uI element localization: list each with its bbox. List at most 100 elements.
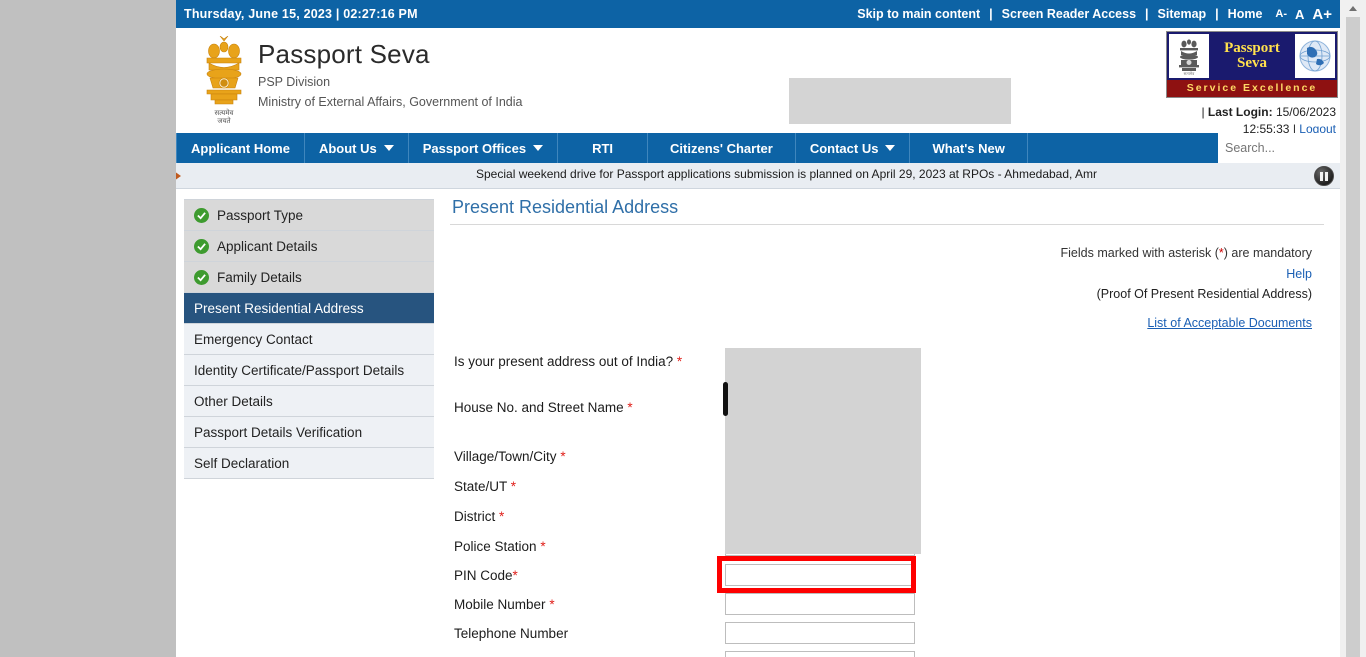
nav-item-whats-new[interactable]: What's New (910, 133, 1028, 163)
telephone-number-input[interactable] (725, 621, 915, 644)
sidebar-item-label: Present Residential Address (194, 300, 364, 316)
page-title: Present Residential Address (450, 189, 1324, 225)
sidebar-item-label: Passport Details Verification (194, 424, 363, 440)
badge-top-row: सत्यमेव Passport Seva (1167, 32, 1337, 80)
nav-item-contact-us[interactable]: Contact Us (796, 133, 911, 163)
main-navigation: Applicant Home About Us Passport Offices… (176, 133, 1340, 163)
mobile-number-input[interactable] (725, 592, 915, 615)
passport-seva-badge: सत्यमेव Passport Seva Service Excellence (1166, 31, 1338, 98)
sidebar-item-label: Self Declaration (194, 455, 290, 471)
ticker-arrow-icon (176, 167, 181, 185)
email-id-input[interactable] (725, 650, 915, 657)
nav-label: RTI (592, 140, 614, 156)
ticker-pause-button[interactable] (1314, 166, 1334, 186)
nav-item-applicant-home[interactable]: Applicant Home (176, 133, 305, 163)
nav-label: Passport Offices (422, 140, 527, 156)
help-label: Help (1286, 266, 1312, 281)
last-login-date: 15/06/2023 (1275, 105, 1336, 119)
list-of-acceptable-documents-link[interactable]: List of Acceptable Documents (1147, 313, 1312, 334)
sidebar-item-passport-type[interactable]: Passport Type (184, 200, 434, 231)
header-placeholder-block (789, 78, 1011, 124)
label-house-street: House No. and Street Name * (454, 400, 633, 415)
form-steps-list: Passport Type Applicant Details Family D… (184, 199, 434, 479)
required-asterisk: * (510, 478, 517, 494)
sidebar-item-other-details[interactable]: Other Details (184, 386, 434, 417)
form-panel: Present Residential Address Fields marke… (442, 189, 1340, 657)
label-text: Police Station (454, 538, 537, 554)
label-text: Mobile Number (454, 596, 546, 612)
nav-item-citizens-charter[interactable]: Citizens' Charter (648, 133, 796, 163)
check-circle-icon (194, 207, 209, 223)
nav-item-about-us[interactable]: About Us (305, 133, 409, 163)
sidebar-item-family-details[interactable]: Family Details (184, 262, 434, 293)
scrollbar-track[interactable] (1346, 17, 1360, 657)
required-asterisk: * (540, 538, 546, 554)
nav-item-rti[interactable]: RTI (558, 133, 649, 163)
chevron-down-icon (533, 145, 544, 151)
label-out-of-india: Is your present address out of India? * (454, 354, 682, 369)
search-box (1218, 133, 1340, 163)
required-asterisk: * (627, 399, 633, 415)
sidebar-item-applicant-details[interactable]: Applicant Details (184, 231, 434, 262)
label-text: State/UT (454, 478, 508, 494)
form-notes: Fields marked with asterisk (*) are mand… (450, 243, 1324, 334)
label-text: House No. and Street Name (454, 399, 624, 415)
label-pin-code: PIN Code* (454, 568, 518, 583)
sidebar-item-emergency-contact[interactable]: Emergency Contact (184, 324, 434, 355)
sitemap-link[interactable]: Sitemap (1149, 7, 1216, 21)
last-login-label: Last Login: (1207, 105, 1273, 119)
help-link[interactable]: Help (450, 264, 1312, 285)
nav-label: About Us (318, 140, 377, 156)
sidebar-item-label: Passport Type (217, 207, 304, 223)
search-input[interactable] (1219, 134, 1340, 162)
label-text: Village/Town/City (454, 448, 557, 464)
chevron-down-icon (885, 145, 896, 151)
svg-text:जयते: जयते (217, 116, 231, 125)
sidebar-item-present-residential-address[interactable]: Present Residential Address (184, 293, 434, 324)
nav-label: Contact Us (809, 140, 879, 156)
required-asterisk: * (512, 567, 518, 583)
label-text: District (454, 508, 496, 524)
proof-note: (Proof Of Present Residential Address) (1096, 287, 1312, 302)
announcement-ticker: Special weekend drive for Passport appli… (176, 163, 1340, 189)
pin-code-input[interactable] (725, 563, 915, 586)
sidebar-item-passport-details-verification[interactable]: Passport Details Verification (184, 417, 434, 448)
badge-word-passport: Passport (1224, 40, 1280, 56)
label-district: District * (454, 509, 504, 524)
home-link[interactable]: Home (1219, 7, 1272, 21)
sidebar-item-label: Family Details (217, 269, 302, 285)
loading-overlay-mask (725, 347, 921, 554)
label-text: PIN Code (454, 567, 513, 583)
text-cursor-artifact (723, 381, 728, 416)
mandatory-note-prefix: Fields marked with asterisk ( (1060, 246, 1219, 260)
scroll-up-button[interactable] (1346, 0, 1360, 17)
ticker-message: Special weekend drive for Passport appli… (476, 167, 1098, 181)
last-login-pipe: | (1201, 105, 1205, 119)
globe-icon (1295, 34, 1335, 78)
label-mobile-number: Mobile Number * (454, 597, 555, 612)
sidebar-item-label: Other Details (194, 393, 273, 409)
nav-item-passport-offices[interactable]: Passport Offices (409, 133, 559, 163)
sidebar-item-self-declaration[interactable]: Self Declaration (184, 448, 434, 479)
required-asterisk: * (560, 448, 566, 464)
label-text: Is your present address out of India? (454, 353, 674, 369)
site-subtitle-division: PSP Division (258, 74, 331, 89)
font-increase-button[interactable]: A+ (1308, 6, 1336, 23)
utility-topbar: Thursday, June 15, 2023 | 02:27:16 PM Sk… (176, 0, 1340, 28)
skip-to-main-content-link[interactable]: Skip to main content (848, 7, 989, 21)
nav-label: Citizens' Charter (670, 140, 773, 156)
screen-root: Thursday, June 15, 2023 | 02:27:16 PM Sk… (0, 0, 1366, 657)
font-decrease-button[interactable]: A- (1271, 8, 1291, 20)
site-header: सत्यमेव जयते Passport Seva PSP Division … (176, 28, 1340, 136)
sidebar-item-label: Emergency Contact (194, 331, 313, 347)
pause-bar-right (1325, 171, 1328, 181)
required-asterisk: * (676, 353, 683, 369)
mandatory-note-suffix: ) are mandatory (1223, 246, 1312, 260)
scrollbar-region (1340, 0, 1366, 657)
font-normal-button[interactable]: A (1291, 7, 1308, 22)
sidebar-item-identity-certificate-passport-details[interactable]: Identity Certificate/Passport Details (184, 355, 434, 386)
topbar-links: Skip to main content | Screen Reader Acc… (848, 6, 1336, 23)
screen-reader-access-link[interactable]: Screen Reader Access (993, 7, 1145, 21)
current-datetime: Thursday, June 15, 2023 | 02:27:16 PM (184, 7, 418, 21)
label-text: Telephone Number (454, 625, 569, 641)
